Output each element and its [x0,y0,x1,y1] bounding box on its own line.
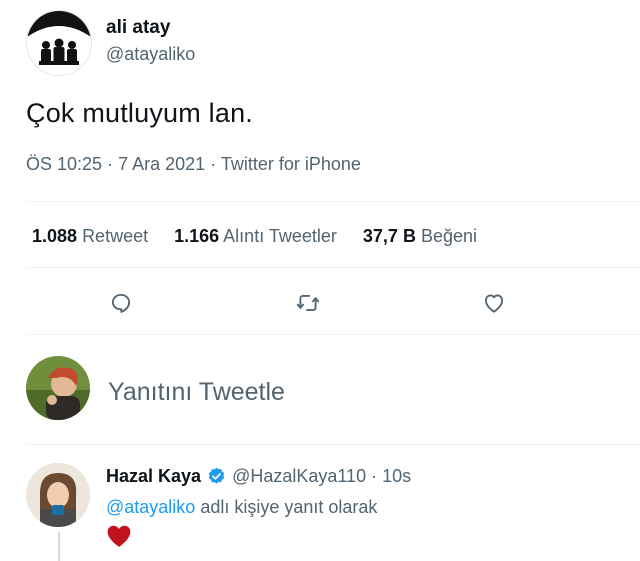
comment-icon [111,293,131,313]
quote-label: Alıntı Tweetler [223,226,337,246]
author-handle[interactable]: @atayaliko [106,44,195,65]
replying-to-label: adlı kişiye yanıt olarak [200,497,378,517]
reply-author-avatar[interactable] [26,463,90,527]
divider [26,267,640,268]
retweet-button[interactable] [290,285,326,321]
retweet-label: Retweet [82,226,149,246]
like-label: Beğeni [420,226,478,246]
tweet-detail: ali atay @atayaliko Çok mutluyum lan. ÖS… [0,0,640,561]
reply-author-handle-time[interactable]: @HazalKaya110 · 10s [232,466,411,487]
retweet-icon [296,295,320,311]
reply-author-header: Hazal Kaya @HazalKaya110 · 10s [106,466,411,487]
reply-input[interactable]: Yanıtını Tweetle [108,378,285,407]
replying-to-mention[interactable]: @atayaliko [106,497,195,517]
reply-author-name[interactable]: Hazal Kaya [106,466,201,487]
red-heart-emoji-icon [107,525,131,547]
retweet-count: 1.088 [32,226,78,246]
divider [26,201,640,202]
quote-count-link[interactable]: 1.166 Alıntı Tweetler [174,226,337,247]
tweet-source[interactable]: Twitter for iPhone [221,154,361,174]
divider [26,334,640,335]
tweet-text: Çok mutluyum lan. [26,98,253,128]
author-avatar-image [27,11,91,75]
meta-separator: · [107,154,114,174]
current-user-avatar-image [26,356,90,420]
like-button[interactable] [476,285,512,321]
tweet-time[interactable]: ÖS 10:25 [26,154,102,174]
tweet-date[interactable]: 7 Ara 2021 [118,154,205,174]
like-count-link[interactable]: 37,7 B Beğeni [363,226,477,247]
meta-separator: · [210,154,217,174]
verified-badge-icon [208,467,225,484]
divider [26,444,640,445]
tweet-stats: 1.088 Retweet 1.166 Alıntı Tweetler 37,7… [32,226,477,247]
author-name[interactable]: ali atay [106,17,170,39]
thread-line [58,532,60,561]
quote-count: 1.166 [174,226,220,246]
heart-icon [484,294,504,313]
retweet-count-link[interactable]: 1.088 Retweet [32,226,148,247]
reply-button[interactable] [103,285,139,321]
tweet-actions [0,285,640,321]
current-user-avatar [26,356,90,420]
replying-to: @atayaliko adlı kişiye yanıt olarak [106,497,377,518]
reply-author-avatar-image [26,463,90,527]
author-avatar[interactable] [26,10,92,76]
tweet-meta: ÖS 10:25 · 7 Ara 2021 · Twitter for iPho… [26,154,361,175]
like-count: 37,7 B [362,226,416,246]
